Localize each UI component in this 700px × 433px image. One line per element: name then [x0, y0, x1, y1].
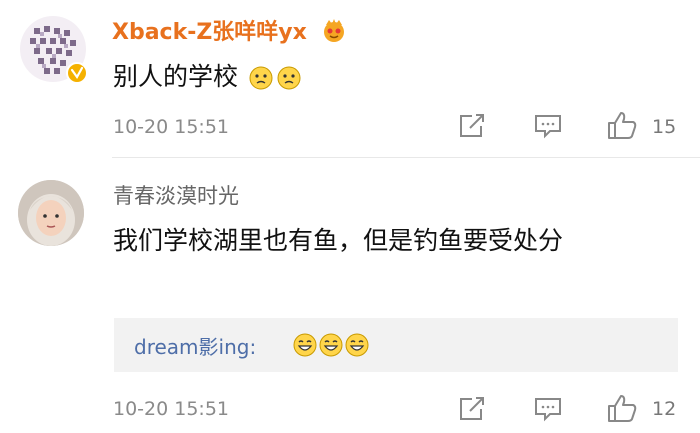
comment-item — [0, 158, 700, 433]
laughing-emoji — [345, 333, 369, 357]
comment-item: Xback-Z张咩咩yx 别人的学校 10-20 15:51 15 — [0, 0, 700, 158]
share-icon[interactable] — [458, 113, 486, 143]
comment-username[interactable]: 青春淡漠时光 — [113, 180, 239, 210]
comment-icon[interactable] — [533, 396, 563, 426]
comment-time: 10-20 15:51 — [113, 116, 230, 138]
share-icon[interactable] — [458, 396, 486, 426]
like-thumb-icon[interactable] — [606, 393, 638, 427]
like-thumb-icon[interactable] — [606, 110, 638, 144]
avatar[interactable] — [18, 180, 84, 246]
comment-username[interactable]: Xback-Z张咩咩yx — [112, 14, 347, 49]
laughing-emoji — [319, 333, 343, 357]
laughing-emoji-group — [292, 332, 370, 362]
like-count: 15 — [652, 116, 677, 138]
comment-text: 别人的学校 — [113, 58, 302, 102]
comment-text: 我们学校湖里也有鱼，但是钓鱼要受处分 — [113, 226, 564, 255]
reply-box[interactable]: dream影ing: — [114, 318, 678, 372]
comment-icon[interactable] — [533, 113, 563, 143]
like-count: 12 — [652, 398, 677, 420]
reply-username[interactable]: dream影ing: — [134, 331, 256, 360]
comment-time: 10-20 15:51 — [113, 398, 230, 420]
verified-badge-icon — [66, 62, 88, 84]
thinking-emoji — [248, 64, 274, 102]
vip-crown-icon — [321, 19, 347, 49]
laughing-emoji — [293, 333, 317, 357]
thinking-emoji — [276, 64, 302, 102]
